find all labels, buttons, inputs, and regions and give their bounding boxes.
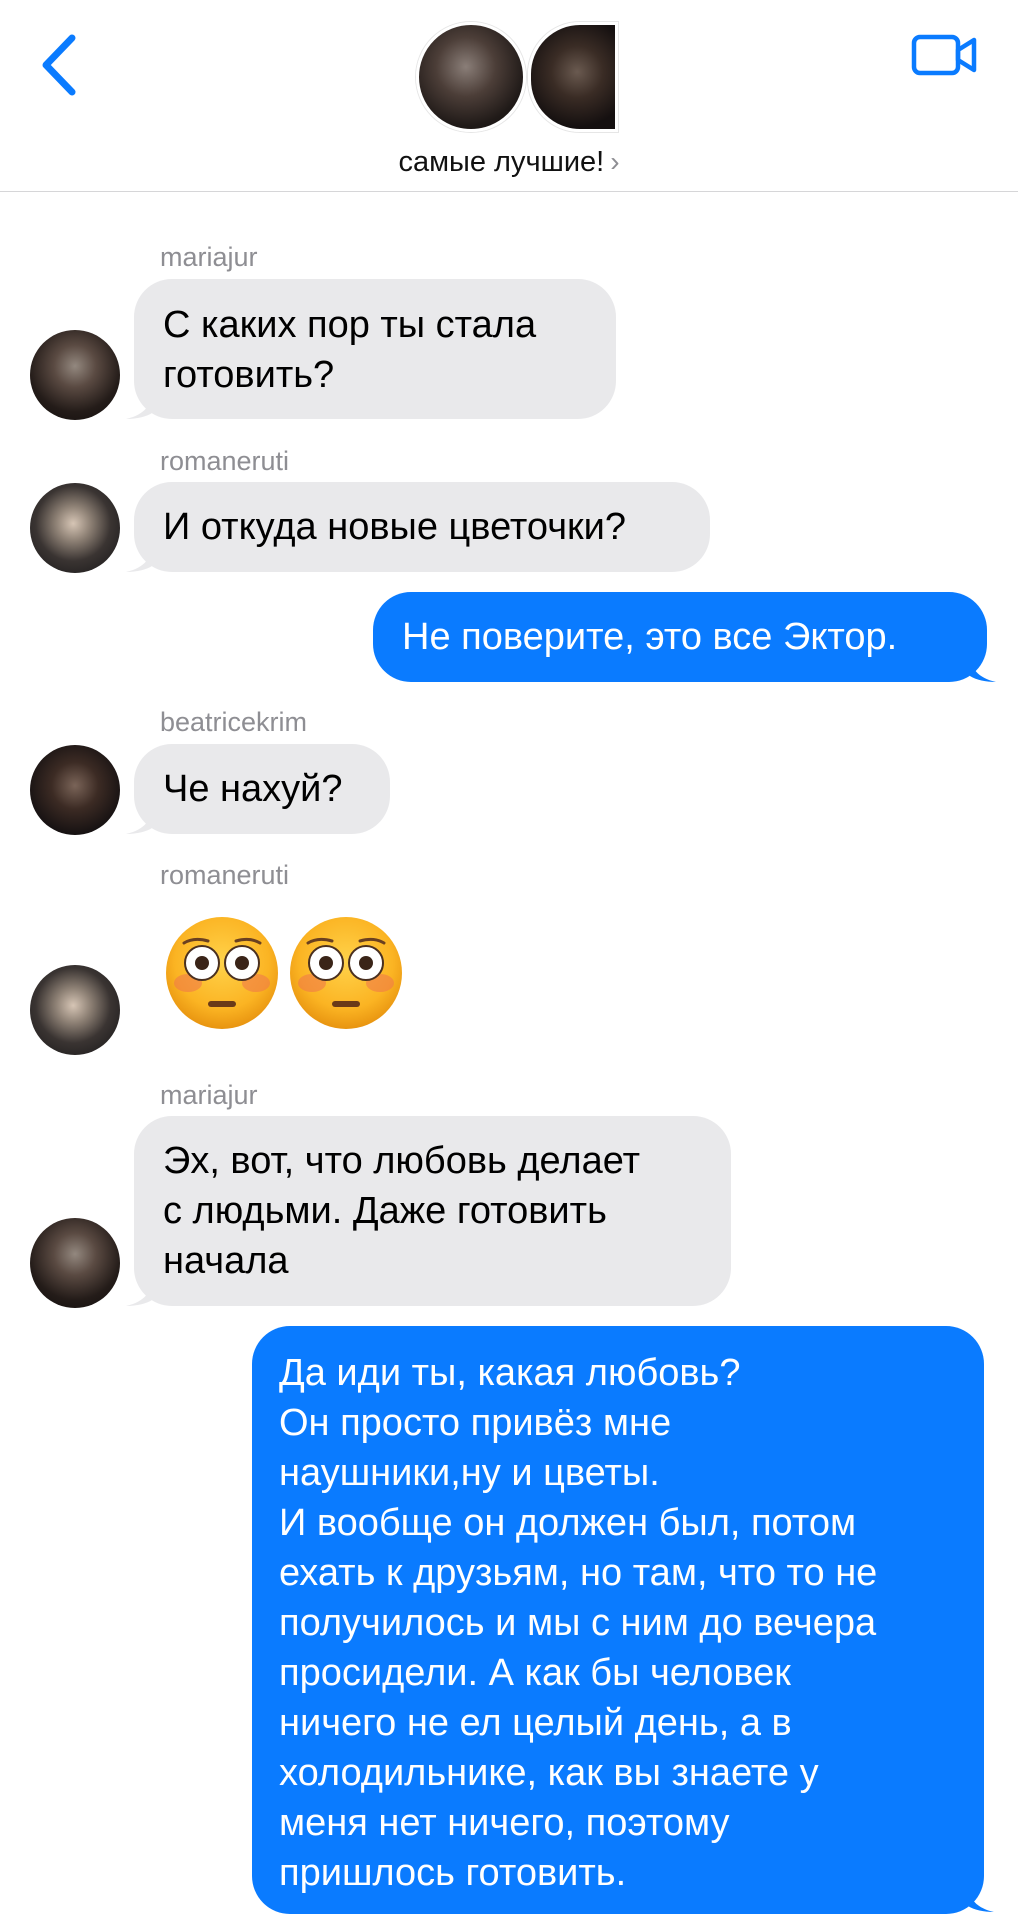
bubble-tail — [968, 1884, 994, 1912]
outgoing-message-bubble[interactable]: Не поверите, это все Эктор. — [373, 592, 987, 682]
group-avatar-1 — [416, 22, 526, 132]
chevron-left-icon — [42, 34, 76, 96]
avatar[interactable] — [30, 483, 120, 573]
avatar[interactable] — [30, 330, 120, 420]
avatar[interactable] — [30, 1218, 120, 1308]
incoming-message-bubble[interactable]: И откуда новые цветочки? — [134, 482, 710, 572]
sender-name: romaneruti — [160, 860, 290, 890]
back-button[interactable] — [38, 30, 88, 100]
group-title-text: самые лучшие! — [398, 146, 605, 178]
flushed-face-icon[interactable] — [164, 915, 280, 1031]
sender-name: beatricekrim — [160, 707, 308, 737]
bubble-tail — [126, 806, 152, 834]
incoming-message-bubble[interactable]: Че нахуй? — [134, 744, 390, 834]
chevron-right-icon: › — [610, 146, 620, 177]
incoming-message-bubble[interactable]: С каких пор ты стала готовить? — [134, 279, 616, 419]
bubble-tail — [126, 391, 152, 419]
bubble-tail — [126, 1278, 152, 1306]
video-call-button[interactable] — [910, 30, 980, 80]
bubble-tail — [970, 654, 996, 682]
group-avatar-2 — [528, 22, 618, 132]
sender-name: romaneruti — [160, 446, 290, 476]
avatar[interactable] — [30, 965, 120, 1055]
video-camera-icon — [911, 34, 977, 76]
group-title[interactable]: самые лучшие! › — [0, 146, 1018, 179]
incoming-message-bubble[interactable]: Эх, вот, что любовь делает с людьми. Даж… — [134, 1116, 731, 1306]
bubble-tail — [126, 544, 152, 572]
outgoing-message-bubble[interactable]: Да иди ты, какая любовь? Он просто привё… — [252, 1326, 984, 1914]
flushed-face-icon[interactable] — [288, 915, 404, 1031]
sender-name: mariajur — [160, 1080, 258, 1110]
chat-header: самые лучшие! › — [0, 0, 1018, 192]
group-avatar-stack[interactable] — [410, 22, 618, 132]
avatar[interactable] — [30, 745, 120, 835]
sender-name: mariajur — [160, 242, 258, 272]
